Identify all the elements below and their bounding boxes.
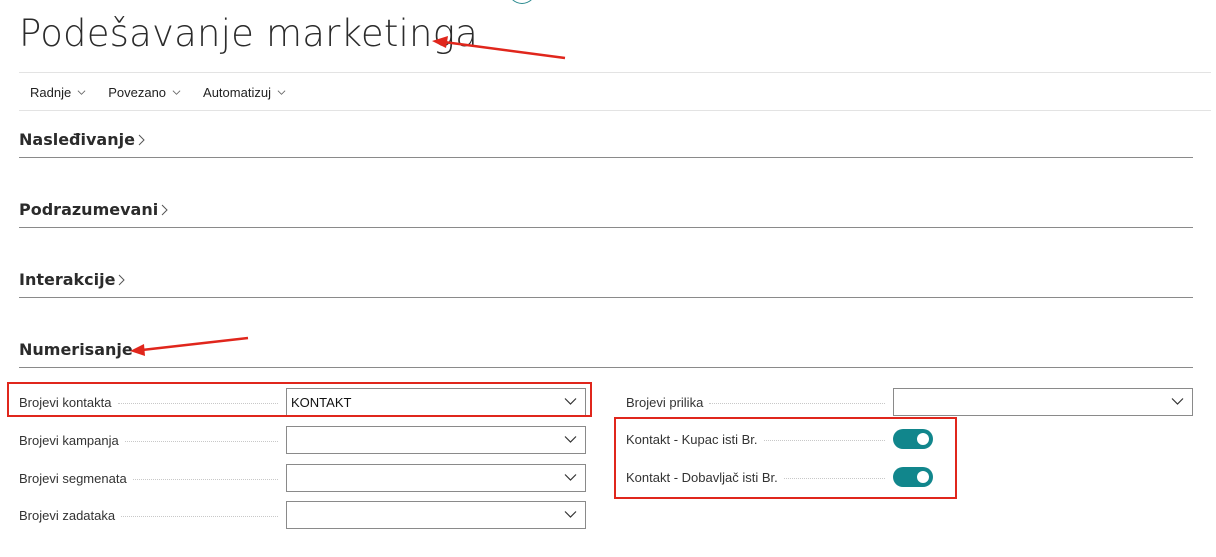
opportunity-nos-select[interactable] bbox=[893, 388, 1193, 416]
chevron-down-icon bbox=[1171, 398, 1184, 405]
chevron-down-icon bbox=[77, 90, 86, 95]
chevron-down-icon bbox=[564, 511, 577, 518]
chevron-down-icon bbox=[172, 90, 181, 95]
annotation-box-contact-nos bbox=[7, 382, 592, 417]
page-icon bbox=[508, 0, 536, 4]
field-label: Brojevi zadataka bbox=[19, 507, 122, 523]
chevron-down-icon bbox=[277, 90, 286, 95]
segment-nos-select[interactable] bbox=[286, 464, 586, 492]
related-menu[interactable]: Povezano bbox=[108, 85, 181, 100]
chevron-down-icon bbox=[564, 474, 577, 481]
section-title: Podrazumevani bbox=[19, 200, 159, 219]
campaign-nos-select[interactable] bbox=[286, 426, 586, 454]
chevron-down-icon bbox=[564, 436, 577, 443]
annotation-arrow-numbering bbox=[130, 336, 249, 356]
automate-menu[interactable]: Automatizuj bbox=[203, 85, 286, 100]
field-label: Brojevi segmenata bbox=[19, 470, 133, 486]
field-label: Brojevi prilika bbox=[626, 394, 710, 410]
actionbar-divider bbox=[19, 110, 1211, 111]
field-opportunity-nos: Brojevi prilika bbox=[626, 388, 1193, 416]
field-campaign-nos: Brojevi kampanja bbox=[19, 426, 586, 454]
annotation-arrow-title bbox=[432, 36, 566, 60]
annotation-box-toggles bbox=[614, 417, 957, 499]
page-title: Podešavanje marketinga bbox=[19, 12, 478, 55]
automate-menu-label: Automatizuj bbox=[203, 85, 271, 100]
action-bar: Radnje Povezano Automatizuj bbox=[30, 85, 308, 100]
title-divider bbox=[19, 72, 1211, 73]
actions-menu-label: Radnje bbox=[30, 85, 72, 100]
actions-menu[interactable]: Radnje bbox=[30, 85, 86, 100]
field-label: Brojevi kampanja bbox=[19, 432, 125, 448]
section-inheritance[interactable]: Nasleđivanje bbox=[19, 130, 1193, 158]
chevron-right-icon bbox=[138, 134, 145, 145]
section-title: Nasleđivanje bbox=[19, 130, 135, 149]
section-title: Numerisanje bbox=[19, 340, 133, 359]
section-interactions[interactable]: Interakcije bbox=[19, 270, 1193, 298]
section-defaults[interactable]: Podrazumevani bbox=[19, 200, 1193, 228]
field-segment-nos: Brojevi segmenata bbox=[19, 464, 586, 492]
related-menu-label: Povezano bbox=[108, 85, 167, 100]
section-title: Interakcije bbox=[19, 270, 116, 289]
chevron-right-icon bbox=[161, 204, 168, 215]
field-task-nos: Brojevi zadataka bbox=[19, 501, 586, 529]
chevron-right-icon bbox=[119, 274, 126, 285]
task-nos-select[interactable] bbox=[286, 501, 586, 529]
